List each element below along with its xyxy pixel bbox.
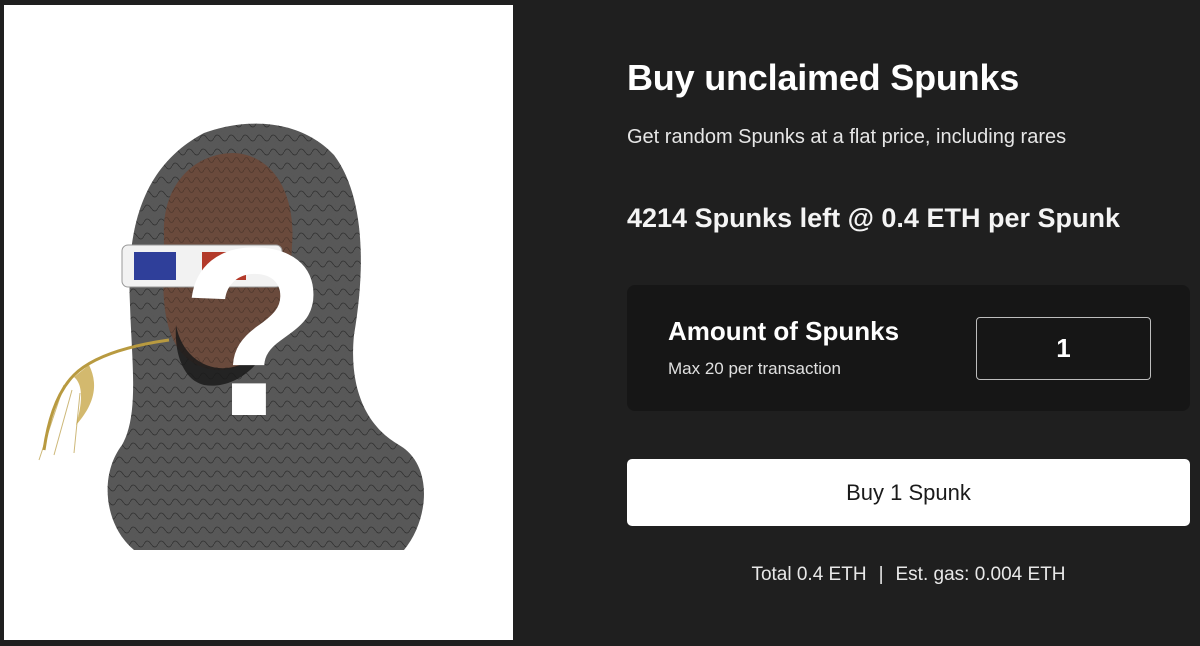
artwork-panel: ? xyxy=(4,5,513,640)
page-title: Buy unclaimed Spunks xyxy=(627,57,1020,98)
lens-left xyxy=(134,252,176,280)
buy-button[interactable]: Buy 1 Spunk xyxy=(627,459,1190,526)
quantity-input[interactable] xyxy=(976,317,1151,380)
question-mark-icon: ? xyxy=(181,198,328,466)
total-price: Total 0.4 ETH xyxy=(751,564,867,585)
page-subtitle: Get random Spunks at a flat price, inclu… xyxy=(627,126,1067,148)
order-summary: Total 0.4 ETH | Est. gas: 0.004 ETH xyxy=(627,562,1190,588)
mystery-portrait-image: ? xyxy=(38,123,425,551)
amount-limit-text: Max 20 per transaction xyxy=(668,359,841,378)
purchase-panel: Buy unclaimed Spunks Get random Spunks a… xyxy=(627,0,1190,646)
amount-label: Amount of Spunks xyxy=(668,316,900,346)
amount-card: Amount of Spunks Max 20 per transaction xyxy=(627,285,1190,411)
stock-status: 4214 Spunks left @ 0.4 ETH per Spunk xyxy=(627,203,1120,233)
gas-estimate: Est. gas: 0.004 ETH xyxy=(895,564,1066,585)
summary-separator: | xyxy=(878,564,884,585)
